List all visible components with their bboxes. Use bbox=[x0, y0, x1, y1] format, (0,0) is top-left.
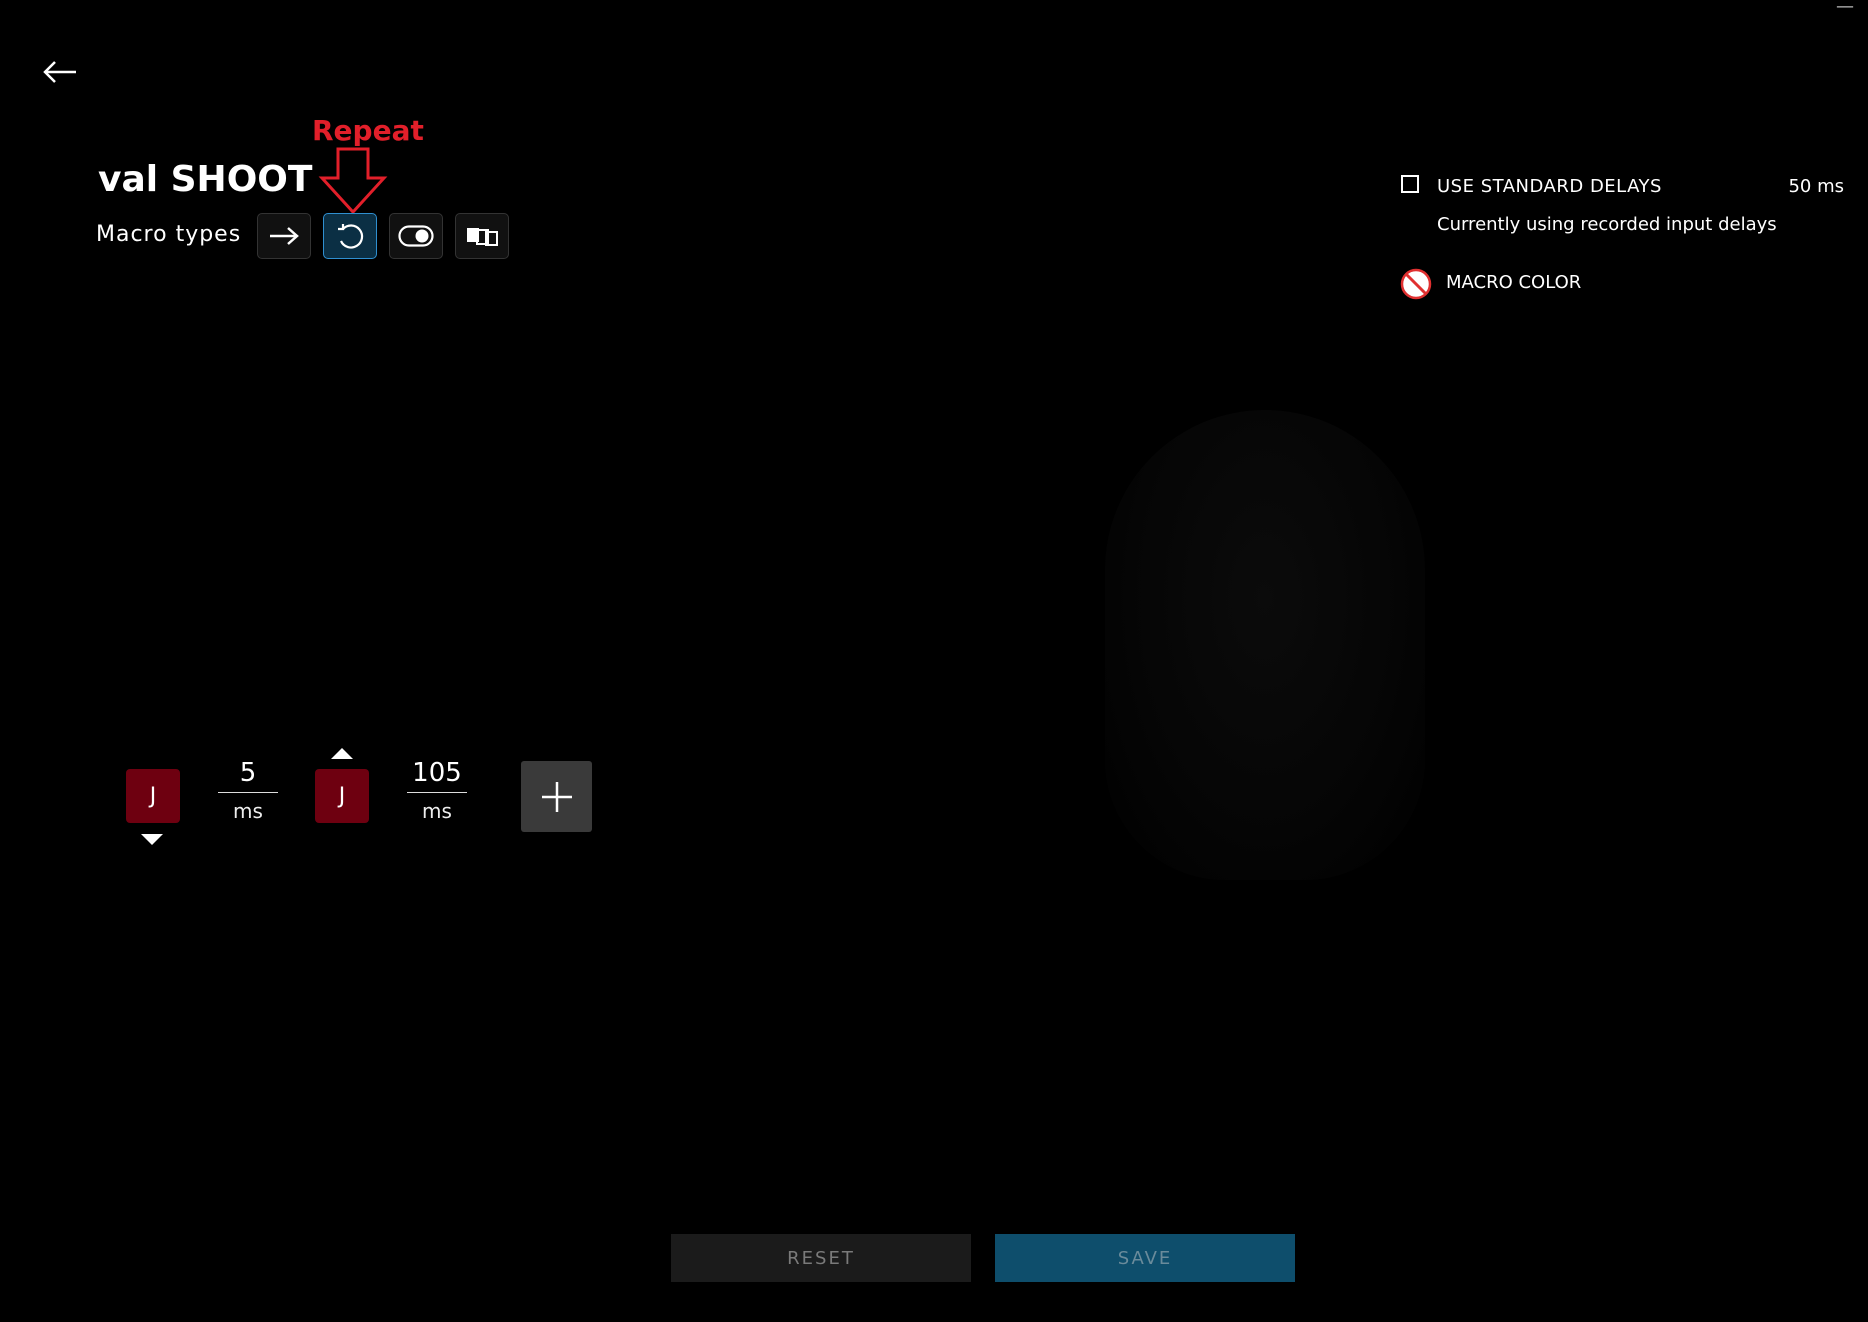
back-arrow-icon bbox=[43, 61, 76, 83]
back-button[interactable] bbox=[40, 52, 80, 92]
macro-types-label: Macro types bbox=[96, 222, 242, 247]
plus-icon bbox=[541, 781, 572, 812]
macro-type-no-repeat-button[interactable] bbox=[257, 213, 311, 259]
delay-unit: ms bbox=[233, 799, 263, 823]
step-expand-up-icon[interactable] bbox=[331, 748, 353, 759]
delay-status-text: Currently using recorded input delays bbox=[1437, 214, 1777, 235]
macro-color-swatch-icon[interactable] bbox=[1400, 268, 1432, 300]
sequence-icon bbox=[467, 228, 498, 246]
annotation-arrow-icon bbox=[318, 147, 388, 215]
macro-type-toggle-button[interactable] bbox=[389, 213, 443, 259]
background-mouse-illustration bbox=[1105, 410, 1425, 880]
repeat-icon bbox=[338, 224, 364, 249]
save-button[interactable]: SAVE bbox=[995, 1234, 1295, 1282]
delay-step[interactable]: 5 ms bbox=[218, 758, 278, 823]
repeat-annotation-label: Repeat bbox=[312, 114, 424, 147]
use-standard-delays-label: USE STANDARD DELAYS bbox=[1437, 176, 1662, 197]
window-minimize-button[interactable]: — bbox=[1836, 0, 1854, 16]
macro-color-label[interactable]: MACRO COLOR bbox=[1446, 272, 1581, 293]
step-expand-down-icon[interactable] bbox=[141, 834, 163, 845]
macro-type-sequence-button[interactable] bbox=[455, 213, 509, 259]
arrow-right-icon bbox=[270, 227, 299, 245]
add-step-button[interactable] bbox=[521, 761, 592, 832]
delay-value[interactable]: 105 bbox=[407, 758, 467, 793]
use-standard-delays-checkbox[interactable] bbox=[1401, 175, 1419, 193]
delay-step[interactable]: 105 ms bbox=[407, 758, 467, 823]
delay-value[interactable]: 5 bbox=[218, 758, 278, 793]
macro-type-repeat-button[interactable] bbox=[323, 213, 377, 259]
delay-unit: ms bbox=[422, 799, 452, 823]
key-step-j[interactable]: J bbox=[315, 769, 369, 823]
macro-title: val SHOOT bbox=[98, 159, 313, 200]
toggle-icon bbox=[398, 225, 434, 247]
standard-delay-value: 50 ms bbox=[1788, 176, 1844, 197]
reset-button[interactable]: RESET bbox=[671, 1234, 971, 1282]
key-step-j[interactable]: J bbox=[126, 769, 180, 823]
